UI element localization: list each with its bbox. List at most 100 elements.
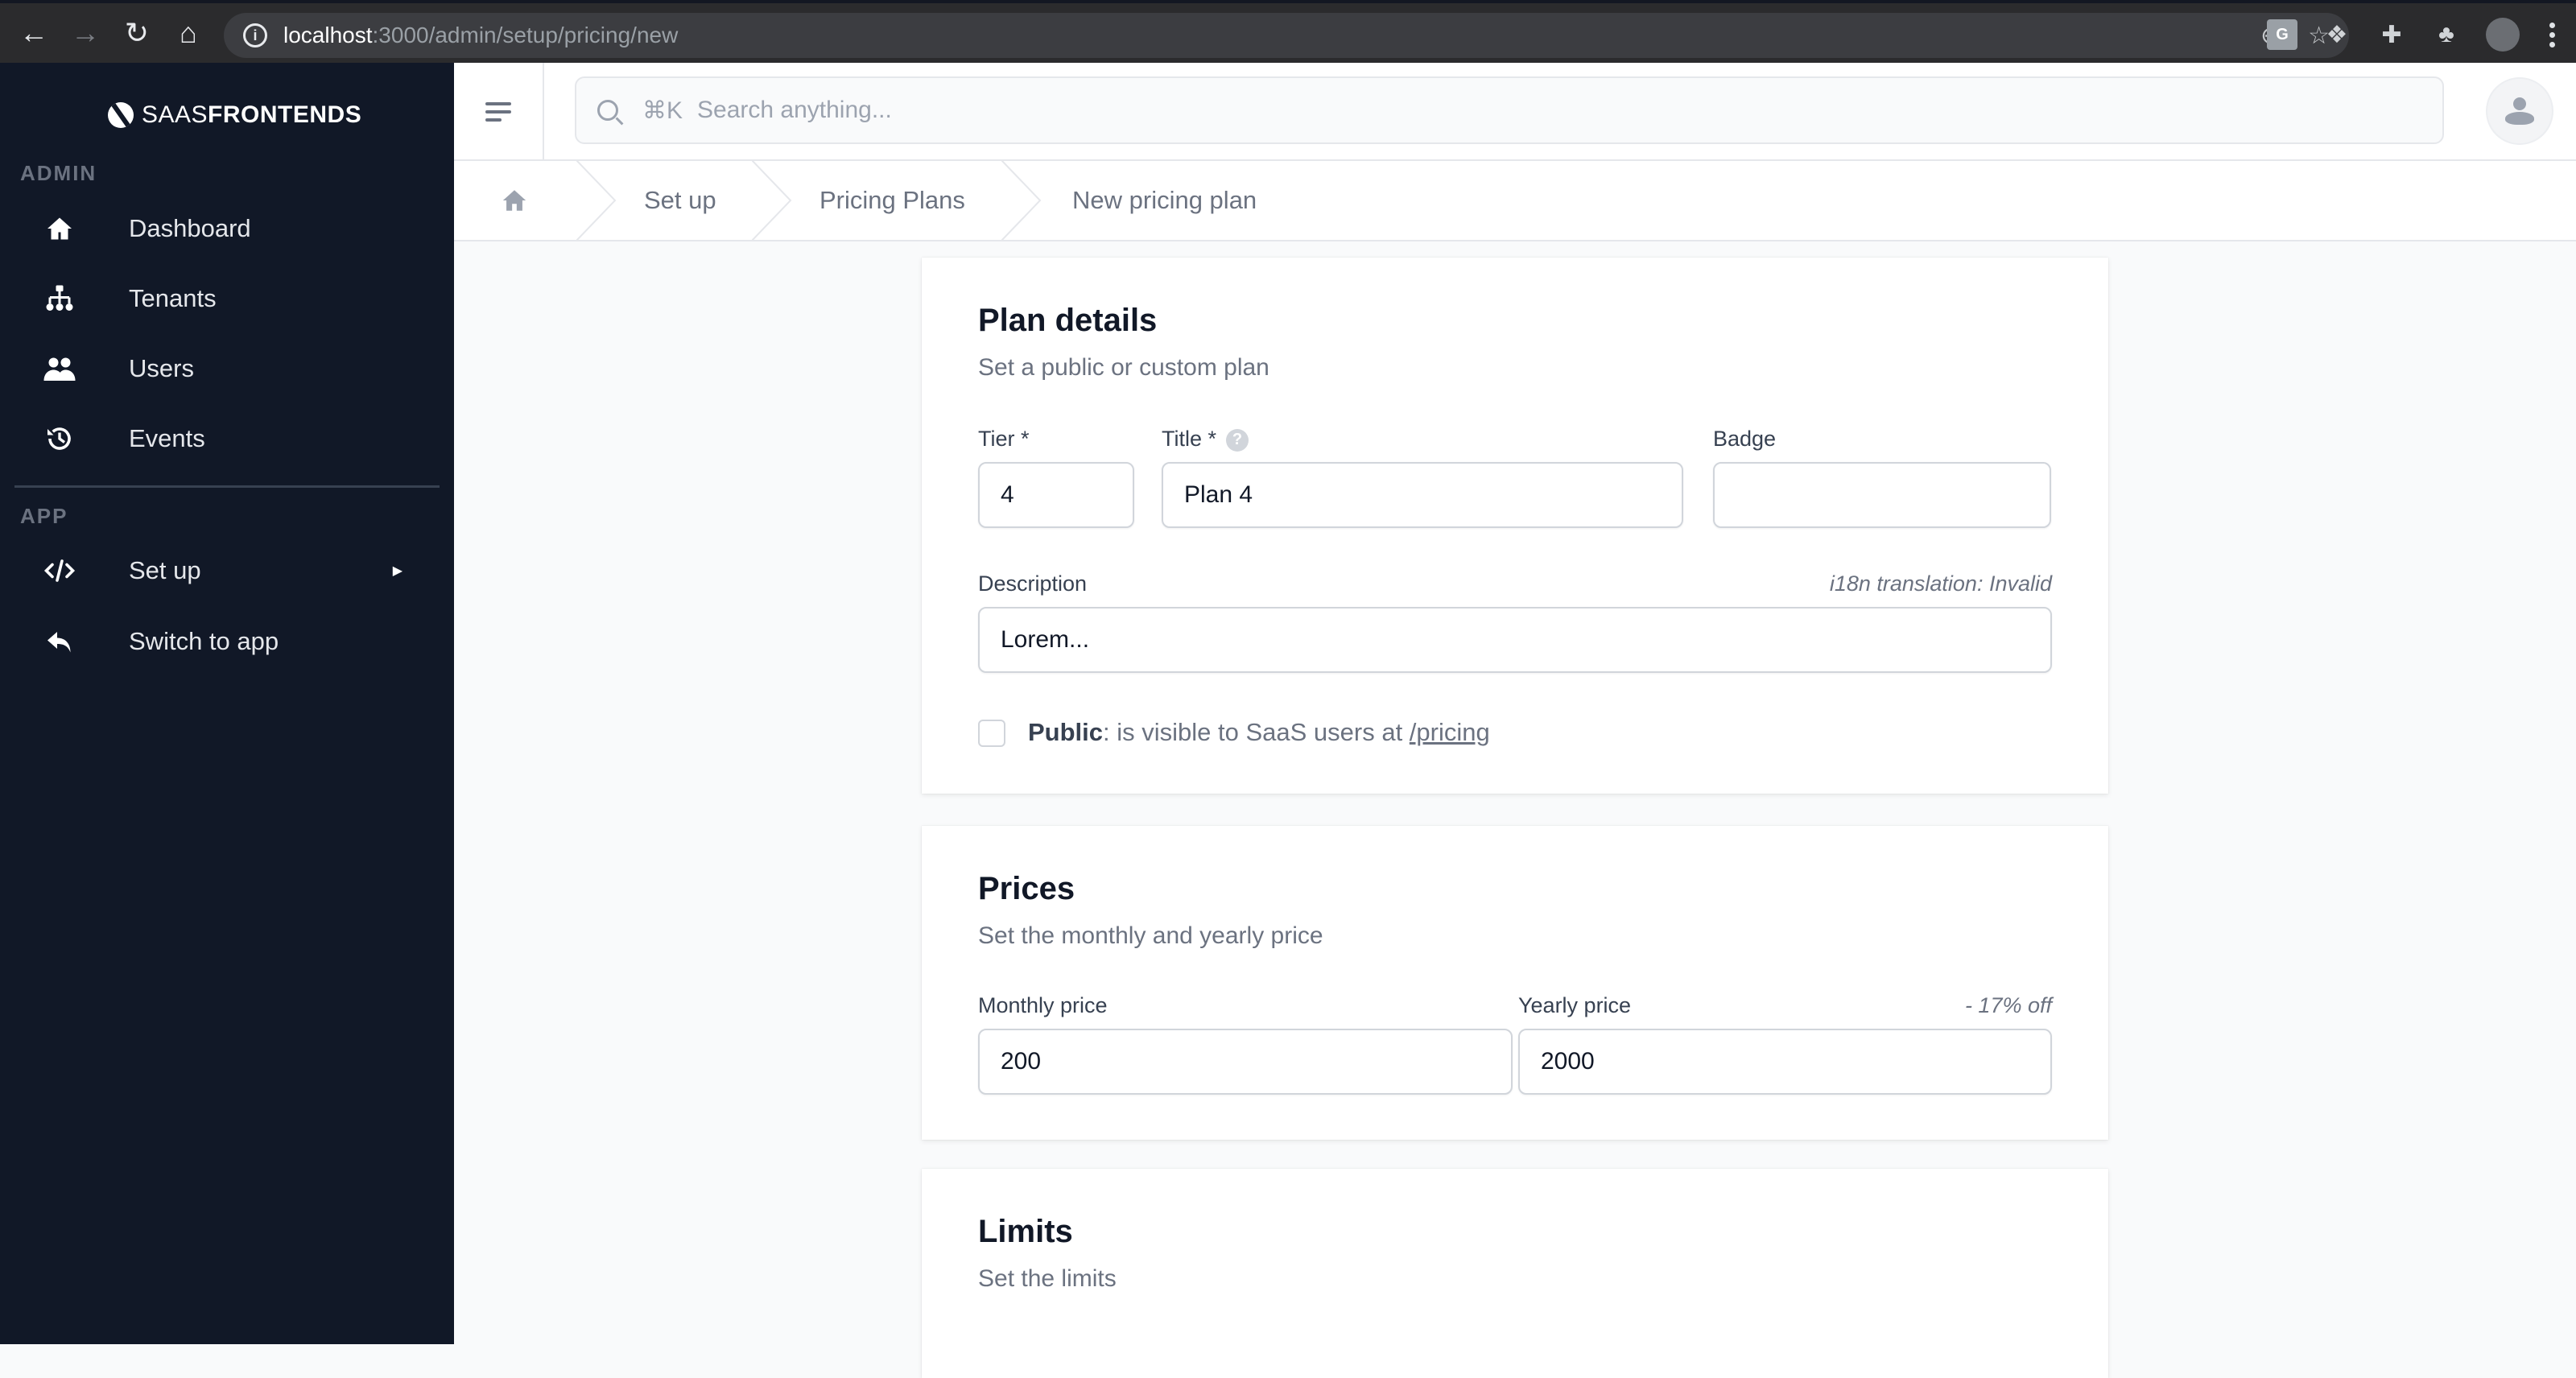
title-input[interactable]	[1162, 462, 1683, 528]
address-bar[interactable]: i localhost:3000/admin/setup/pricing/new…	[224, 13, 2349, 58]
sidebar-item-switch-to-app[interactable]: Switch to app	[16, 610, 438, 673]
breadcrumb-home[interactable]	[454, 160, 617, 241]
yearly-price-label: Yearly price	[1518, 993, 1632, 1017]
dropbox-icon[interactable]: ❖	[2322, 19, 2352, 50]
search-shortcut: ⌘K	[642, 97, 683, 124]
clock-extension-icon[interactable]: ✚	[2376, 19, 2407, 50]
breadcrumb-separator	[576, 160, 617, 241]
sidebar-item-set-up[interactable]: Set up ▶	[16, 539, 438, 602]
search-icon	[597, 100, 618, 121]
badge-input[interactable]	[1713, 462, 2051, 528]
top-bar: ⌘K	[454, 63, 2576, 161]
breadcrumb: Set up Pricing Plans New pricing plan	[454, 160, 2576, 241]
user-menu-button[interactable]	[2486, 77, 2553, 145]
public-label-bold: Public	[1028, 718, 1104, 746]
plan-details-card: Plan details Set a public or custom plan…	[922, 258, 2108, 794]
breadcrumb-separator	[752, 160, 792, 241]
public-checkbox[interactable]	[978, 720, 1005, 747]
sidebar-toggle-button[interactable]	[454, 63, 544, 161]
sidebar-item-label: Tenants	[129, 284, 217, 312]
monthly-price-label: Monthly price	[978, 993, 1108, 1017]
sidebar-divider	[14, 485, 440, 488]
sidebar-item-tenants[interactable]: Tenants	[16, 267, 438, 330]
breadcrumb-set-up[interactable]: Set up	[615, 160, 792, 241]
description-label: Description	[978, 571, 1088, 596]
back-icon: ←	[19, 16, 48, 49]
public-label-text: : is visible to SaaS users at	[1103, 718, 1410, 746]
caret-right-icon: ▶	[392, 564, 402, 578]
forward-icon: →	[71, 16, 100, 49]
section-title: Prices	[978, 871, 1075, 906]
help-icon[interactable]: ?	[1226, 428, 1249, 452]
code-icon	[42, 553, 77, 588]
section-title: Plan details	[978, 303, 1158, 338]
breadcrumb-label: Set up	[644, 186, 716, 214]
user-avatar-icon	[2513, 97, 2526, 110]
reload-button[interactable]: ↻	[111, 2, 163, 64]
title-label-wrap: Title *?	[1162, 427, 1249, 452]
title-label: Title *	[1162, 427, 1217, 451]
sidebar-item-users[interactable]: Users	[16, 337, 438, 400]
description-input[interactable]	[978, 607, 2052, 673]
extensions-puzzle-icon[interactable]: ♣	[2431, 19, 2462, 50]
users-icon	[42, 351, 77, 386]
search-box[interactable]: ⌘K	[575, 76, 2444, 144]
breadcrumb-label: New pricing plan	[1072, 186, 1257, 214]
browser-toolbar: ← → ↻ ⌂ i localhost:3000/admin/setup/pri…	[0, 0, 2576, 63]
pricing-page-link[interactable]: /pricing	[1410, 718, 1490, 746]
breadcrumb-separator	[1001, 160, 1042, 241]
user-avatar-body	[2505, 112, 2534, 125]
sidebar-item-dashboard[interactable]: Dashboard	[16, 197, 438, 260]
site-info-icon[interactable]: i	[243, 23, 267, 47]
section-title: Limits	[978, 1214, 1073, 1249]
history-icon	[42, 421, 77, 456]
limits-card: Limits Set the limits	[922, 1169, 2108, 1378]
sidebar-item-label: Events	[129, 424, 205, 452]
yearly-discount: - 17% off	[1964, 993, 2052, 1017]
home-icon	[42, 211, 77, 246]
reply-arrow-icon	[42, 624, 77, 659]
tier-input[interactable]	[978, 462, 1134, 528]
search-input[interactable]	[697, 97, 2388, 124]
home-button[interactable]: ⌂	[163, 2, 214, 64]
home-icon	[502, 190, 526, 211]
i18n-translation-hint: i18n translation: Invalid	[1829, 571, 2052, 596]
kebab-menu-icon[interactable]	[2544, 19, 2560, 50]
tier-label: Tier *	[978, 427, 1030, 451]
reload-icon: ↻	[124, 16, 150, 49]
brand-name-bold: FRONTENDS	[208, 101, 362, 128]
brand-name-thin: SAAS	[142, 101, 208, 128]
section-label-admin: ADMIN	[20, 161, 97, 185]
section-label-app: APP	[20, 504, 68, 528]
sidebar-item-label: Set up	[129, 556, 201, 584]
sidebar-item-label: Users	[129, 354, 194, 382]
prices-card: Prices Set the monthly and yearly price …	[922, 826, 2108, 1140]
badge-label: Badge	[1713, 427, 1777, 451]
home-icon: ⌂	[180, 16, 197, 49]
sidebar-item-label: Switch to app	[129, 627, 279, 655]
back-button[interactable]: ←	[8, 2, 60, 64]
sidebar-item-events[interactable]: Events	[16, 407, 438, 470]
sidebar: SAAS FRONTENDS ADMIN Dashboard Tenants Us…	[0, 63, 454, 1344]
hamburger-line	[485, 110, 511, 113]
public-checkbox-label: Public: is visible to SaaS users at /pri…	[1028, 718, 1490, 747]
sidebar-item-label: Dashboard	[129, 214, 251, 242]
yearly-price-input[interactable]	[1518, 1029, 2052, 1095]
section-subtitle: Set the monthly and yearly price	[978, 922, 1323, 949]
forward-button[interactable]: →	[60, 2, 111, 64]
google-translate-icon[interactable]: G	[2267, 19, 2297, 50]
section-subtitle: Set the limits	[978, 1265, 1117, 1292]
brand-logo[interactable]: SAAS FRONTENDS	[108, 101, 361, 129]
url-host: localhost	[283, 23, 373, 47]
monthly-price-input[interactable]	[978, 1029, 1513, 1095]
breadcrumb-pricing-plans[interactable]: Pricing Plans	[791, 160, 1042, 241]
breadcrumb-label: Pricing Plans	[819, 186, 965, 214]
section-subtitle: Set a public or custom plan	[978, 354, 1269, 381]
breadcrumb-new-pricing-plan: New pricing plan	[1040, 160, 1257, 241]
url-path: :3000/admin/setup/pricing/new	[372, 23, 679, 47]
hamburger-line	[485, 118, 502, 122]
sitemap-icon	[42, 281, 77, 316]
saasfrontends-logo-icon	[108, 102, 134, 128]
profile-avatar-icon[interactable]	[2486, 18, 2520, 52]
hamburger-icon	[485, 102, 511, 105]
